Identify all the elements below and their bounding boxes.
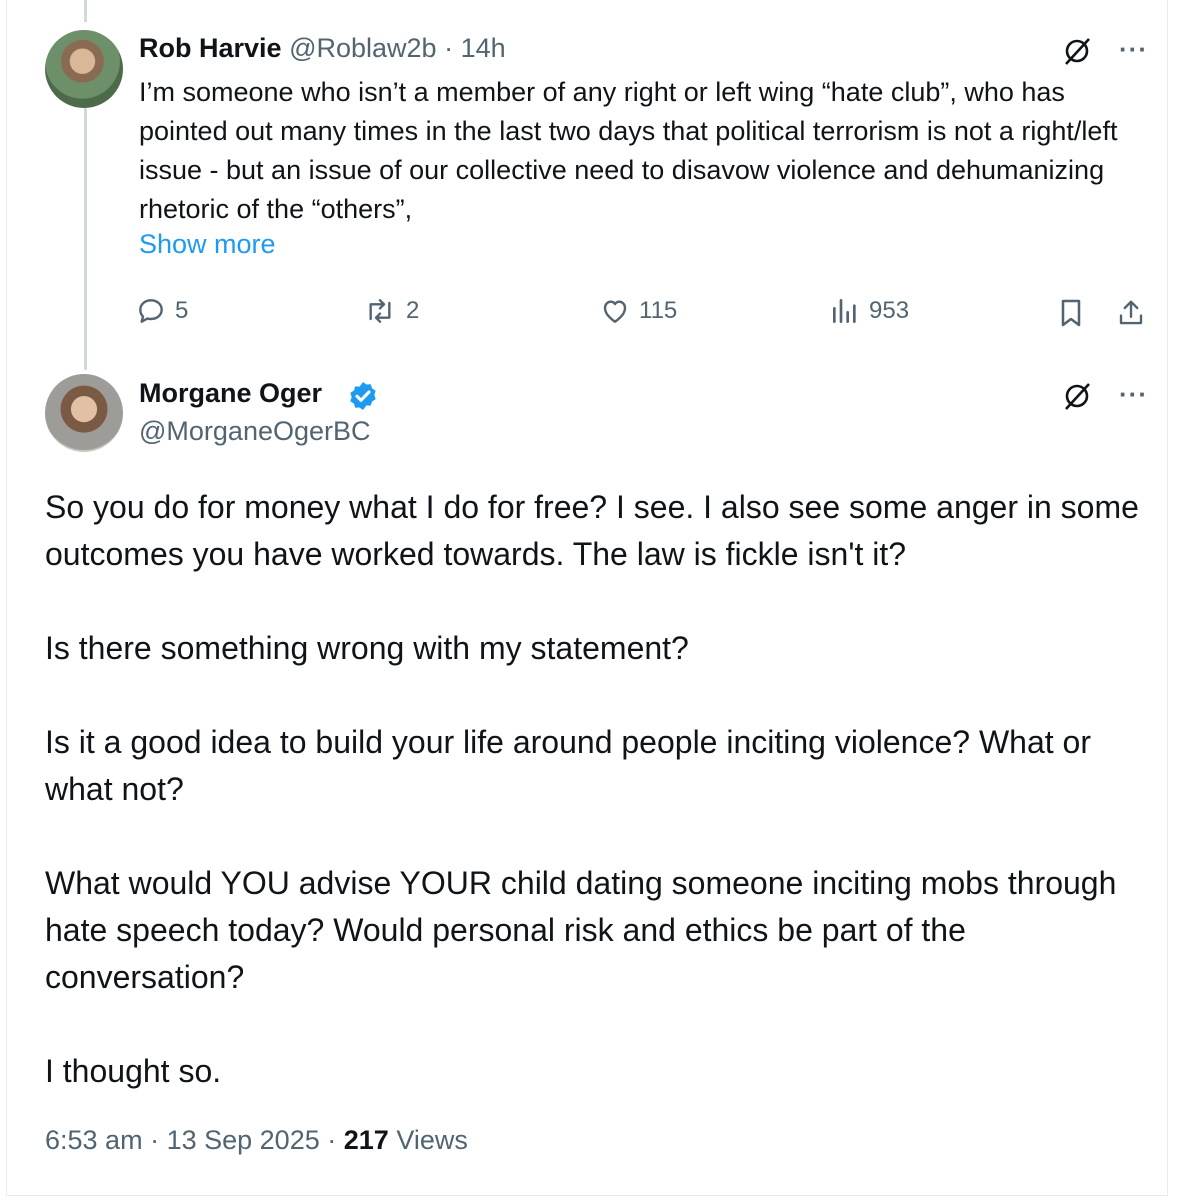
repost-icon [369, 299, 391, 323]
like-action[interactable]: 115 [599, 295, 677, 327]
tweet-paragraph: Is it a good idea to build your life aro… [45, 724, 1091, 807]
views-label: Views [396, 1125, 468, 1155]
reply-text: I’m someone who isn’t a member of any ri… [139, 77, 1118, 224]
tweet-time[interactable]: 6:53 am [45, 1125, 143, 1155]
more-icon[interactable]: ··· [1119, 34, 1148, 65]
verified-badge-icon [350, 382, 376, 410]
bookmark-icon[interactable] [1053, 295, 1089, 331]
like-count: 115 [639, 297, 678, 324]
repost-count: 2 [406, 297, 420, 324]
show-more-link[interactable]: Show more [139, 229, 276, 260]
thread-line-top [84, 0, 87, 22]
avatar-rob-harvie[interactable] [45, 30, 123, 108]
tweet-meta: 6:53 am · 13 Sep 2025 · 217 Views [45, 1125, 468, 1156]
tweet-paragraph: Is there something wrong with my stateme… [45, 630, 689, 666]
reply-icon [139, 299, 163, 323]
reply-header: Rob Harvie @Roblaw2b · 14h [139, 33, 506, 64]
tweet-thread: Rob Harvie @Roblaw2b · 14h ··· I’m someo… [6, 0, 1168, 1196]
like-icon [603, 300, 627, 323]
main-author-name[interactable]: Morgane Oger [139, 378, 322, 409]
separator-dot: · [150, 1125, 160, 1155]
reply-count: 5 [175, 297, 189, 324]
reply-author-name[interactable]: Rob Harvie [139, 33, 282, 63]
reply-time[interactable]: 14h [461, 33, 506, 63]
grok-icon[interactable] [1059, 33, 1095, 69]
views-count: 217 [343, 1125, 389, 1155]
avatar-morgane-oger[interactable] [45, 374, 123, 452]
tweet-paragraph: I thought so. [45, 1053, 222, 1089]
views-count: 953 [869, 297, 910, 324]
separator-dot: · [444, 33, 454, 63]
reply-action[interactable]: 5 [135, 295, 188, 327]
views-action[interactable]: 953 [829, 295, 909, 327]
tweet-paragraph: What would YOU advise YOUR child dating … [45, 865, 1117, 995]
share-icon[interactable] [1113, 295, 1149, 331]
main-author-handle[interactable]: @MorganeOgerBC [139, 416, 371, 447]
thread-line [84, 108, 87, 370]
reply-author-handle[interactable]: @Roblaw2b [289, 33, 437, 63]
grok-icon[interactable] [1059, 378, 1095, 414]
tweet-date[interactable]: 13 Sep 2025 [167, 1125, 320, 1155]
tweet-paragraph: So you do for money what I do for free? … [45, 489, 1139, 572]
separator-dot: · [327, 1125, 337, 1155]
views-icon [833, 299, 856, 323]
more-icon[interactable]: ··· [1119, 379, 1148, 410]
repost-action[interactable]: 2 [362, 295, 419, 327]
main-tweet-text: So you do for money what I do for free? … [45, 484, 1145, 1142]
